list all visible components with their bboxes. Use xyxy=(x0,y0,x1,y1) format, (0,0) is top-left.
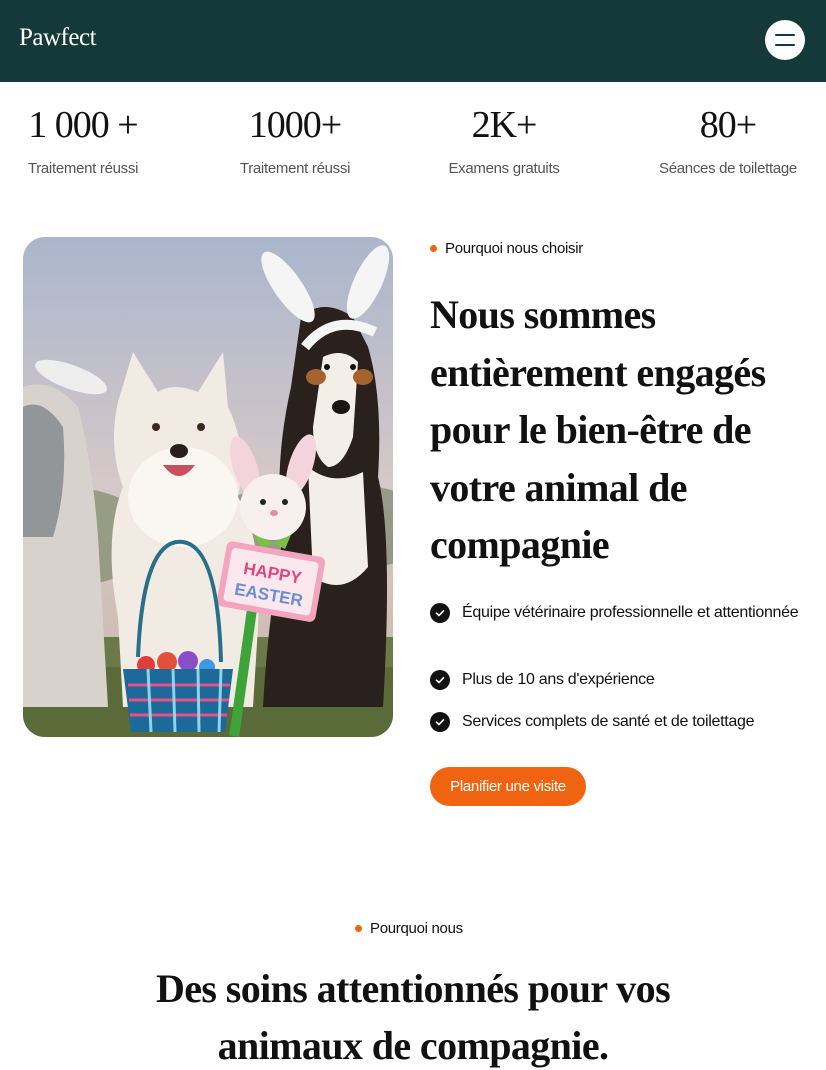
stat-label: Examens gratuits xyxy=(448,160,560,177)
accent-dot-icon xyxy=(430,245,437,252)
logo[interactable]: Pawfect xyxy=(19,24,97,52)
check-circle-icon xyxy=(430,603,450,623)
check-circle-icon xyxy=(430,670,450,690)
hamburger-menu-icon-bar xyxy=(775,44,795,46)
hamburger-menu-icon xyxy=(775,34,795,36)
feature-item: Plus de 10 ans d'expérience xyxy=(430,667,810,692)
stat-value: 1000+ xyxy=(248,104,342,146)
stat-label: Traitement réussi xyxy=(239,160,351,177)
feature-item: Services complets de santé et de toilett… xyxy=(430,709,810,734)
stat-label: Traitement réussi xyxy=(27,160,139,177)
about-eyebrow-text: Pourquoi nous choisir xyxy=(445,240,583,257)
why-us-headline: Des soins attentionnés pour vos animaux … xyxy=(155,966,671,1068)
feature-text: Équipe vétérinaire professionnelle et at… xyxy=(462,604,799,621)
stat-item: 1000+ Traitement réussi xyxy=(195,100,395,177)
stats-section: 1 000 + Traitement réussi 1000+ Traiteme… xyxy=(0,100,826,190)
stat-value: 80+ xyxy=(699,104,757,146)
stat-item: 1 000 + Traitement réussi xyxy=(0,100,183,177)
about-headline: Nous sommes entièrement engagés pour le … xyxy=(430,292,766,567)
about-eyebrow: Pourquoi nous choisir xyxy=(430,240,583,257)
stat-label: Séances de toilettage xyxy=(659,160,797,177)
feature-item: Équipe vétérinaire professionnelle et at… xyxy=(430,600,810,625)
feature-text: Services complets de santé et de toilett… xyxy=(462,713,755,730)
why-us-eyebrow-text: Pourquoi nous xyxy=(370,920,463,937)
stat-item: 80+ Séances de toilettage xyxy=(628,100,826,177)
menu-button[interactable] xyxy=(765,20,805,60)
stat-value: 1 000 + xyxy=(28,104,138,146)
check-circle-icon xyxy=(430,712,450,732)
dogs-easter-photo: HAPPY EASTER xyxy=(23,237,393,737)
schedule-visit-button[interactable]: Planifier une visite xyxy=(430,767,586,806)
site-header: Pawfect xyxy=(0,0,826,82)
stat-item: 2K+ Examens gratuits xyxy=(404,100,604,177)
accent-dot-icon xyxy=(355,925,362,932)
feature-text: Plus de 10 ans d'expérience xyxy=(462,671,655,688)
stat-value: 2K+ xyxy=(471,104,538,146)
why-us-eyebrow: Pourquoi nous xyxy=(355,920,463,937)
dogs-illustration: HAPPY EASTER xyxy=(23,237,393,737)
